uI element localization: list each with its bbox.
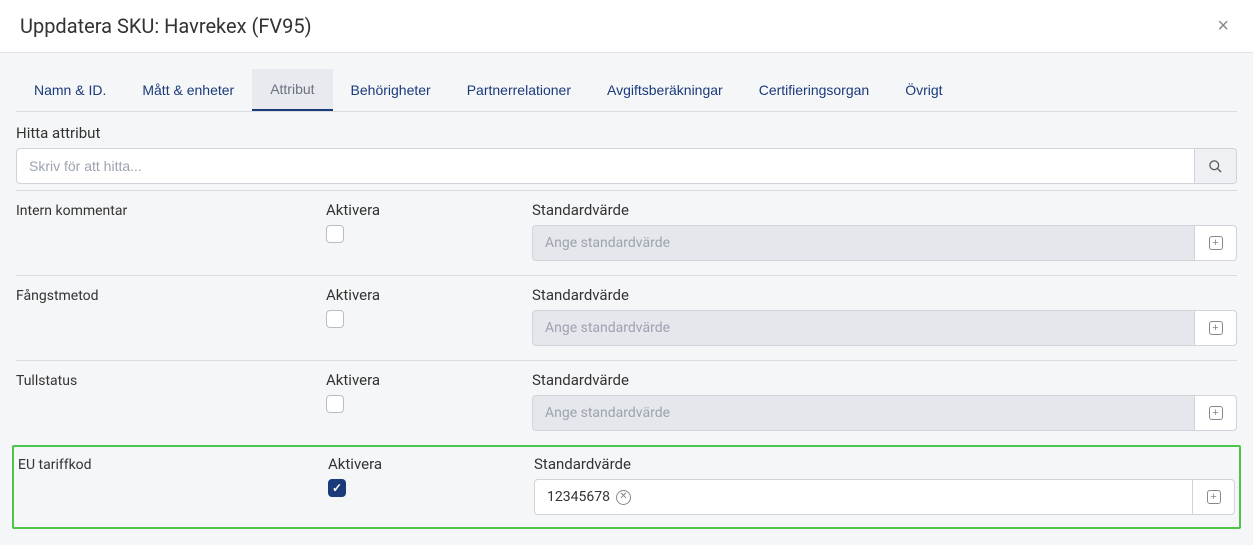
tab-attribut[interactable]: Attribut — [252, 69, 332, 111]
search-label: Hitta attribut — [16, 124, 1237, 142]
default-value-input[interactable]: 12345678 ✕ — [534, 479, 1193, 515]
value-chip: 12345678 ✕ — [547, 489, 631, 505]
attribute-row: Tullstatus Aktivera Standardvärde Ange s… — [16, 360, 1237, 445]
default-column: Standardvärde Ange standardvärde + — [532, 201, 1237, 261]
tab-partnerrelationer[interactable]: Partnerrelationer — [449, 69, 589, 111]
tab-namn-id[interactable]: Namn & ID. — [16, 69, 124, 111]
modal-container: Uppdatera SKU: Havrekex (FV95) × Namn & … — [0, 0, 1253, 545]
attribute-row: Fångstmetod Aktivera Standardvärde Ange … — [16, 275, 1237, 360]
default-input-row: 12345678 ✕ + — [534, 479, 1235, 515]
plus-icon: + — [1209, 236, 1223, 250]
add-value-button[interactable]: + — [1195, 310, 1237, 346]
add-value-button[interactable]: + — [1195, 225, 1237, 261]
activate-column: Aktivera — [326, 286, 532, 346]
attribute-name: Intern kommentar — [16, 201, 326, 261]
attribute-name: EU tariffkod — [18, 455, 328, 515]
search-icon — [1208, 159, 1223, 174]
default-value-input[interactable]: Ange standardvärde — [532, 395, 1195, 431]
attribute-row: Intern kommentar Aktivera Standardvärde … — [16, 190, 1237, 275]
activate-checkbox[interactable] — [326, 395, 344, 413]
tab-certifieringsorgan[interactable]: Certifieringsorgan — [741, 69, 888, 111]
modal-title: Uppdatera SKU: Havrekex (FV95) — [20, 14, 312, 38]
default-column: Standardvärde Ange standardvärde + — [532, 371, 1237, 431]
close-button[interactable]: × — [1213, 15, 1233, 38]
plus-icon: + — [1209, 321, 1223, 335]
default-label: Standardvärde — [532, 371, 1237, 389]
chip-text: 12345678 — [547, 489, 610, 505]
default-column: Standardvärde Ange standardvärde + — [532, 286, 1237, 346]
add-value-button[interactable]: + — [1193, 479, 1235, 515]
default-input-row: Ange standardvärde + — [532, 310, 1237, 346]
modal-header: Uppdatera SKU: Havrekex (FV95) × — [0, 0, 1253, 53]
chip-remove-button[interactable]: ✕ — [616, 490, 631, 505]
default-column: Standardvärde 12345678 ✕ + — [534, 455, 1235, 515]
search-button[interactable] — [1195, 148, 1237, 184]
plus-icon: + — [1209, 406, 1223, 420]
close-icon: × — [1217, 15, 1229, 37]
activate-label: Aktivera — [328, 455, 534, 473]
attribute-row-highlighted: EU tariffkod Aktivera Standardvärde 1234… — [12, 445, 1241, 529]
tab-matt-enheter[interactable]: Mått & enheter — [124, 69, 252, 111]
modal-body: Namn & ID. Mått & enheter Attribut Behör… — [0, 53, 1253, 545]
tab-ovrigt[interactable]: Övrigt — [887, 69, 960, 111]
default-input-row: Ange standardvärde + — [532, 395, 1237, 431]
activate-label: Aktivera — [326, 201, 532, 219]
activate-checkbox[interactable] — [326, 225, 344, 243]
activate-column: Aktivera — [328, 455, 534, 515]
default-value-input[interactable]: Ange standardvärde — [532, 310, 1195, 346]
default-value-input[interactable]: Ange standardvärde — [532, 225, 1195, 261]
activate-column: Aktivera — [326, 201, 532, 261]
attribute-name: Tullstatus — [16, 371, 326, 431]
tabs-bar: Namn & ID. Mått & enheter Attribut Behör… — [16, 53, 1237, 112]
close-icon: ✕ — [619, 492, 627, 502]
activate-label: Aktivera — [326, 371, 532, 389]
default-label: Standardvärde — [532, 286, 1237, 304]
attribute-name: Fångstmetod — [16, 286, 326, 346]
add-value-button[interactable]: + — [1195, 395, 1237, 431]
activate-checkbox[interactable] — [326, 310, 344, 328]
search-row — [16, 148, 1237, 184]
activate-column: Aktivera — [326, 371, 532, 431]
default-label: Standardvärde — [532, 201, 1237, 219]
activate-checkbox[interactable] — [328, 479, 346, 497]
tab-behorigheter[interactable]: Behörigheter — [333, 69, 449, 111]
plus-icon: + — [1207, 490, 1221, 504]
default-label: Standardvärde — [534, 455, 1235, 473]
search-input[interactable] — [16, 148, 1195, 184]
default-input-row: Ange standardvärde + — [532, 225, 1237, 261]
tab-avgiftsberakningar[interactable]: Avgiftsberäkningar — [589, 69, 741, 111]
activate-label: Aktivera — [326, 286, 532, 304]
